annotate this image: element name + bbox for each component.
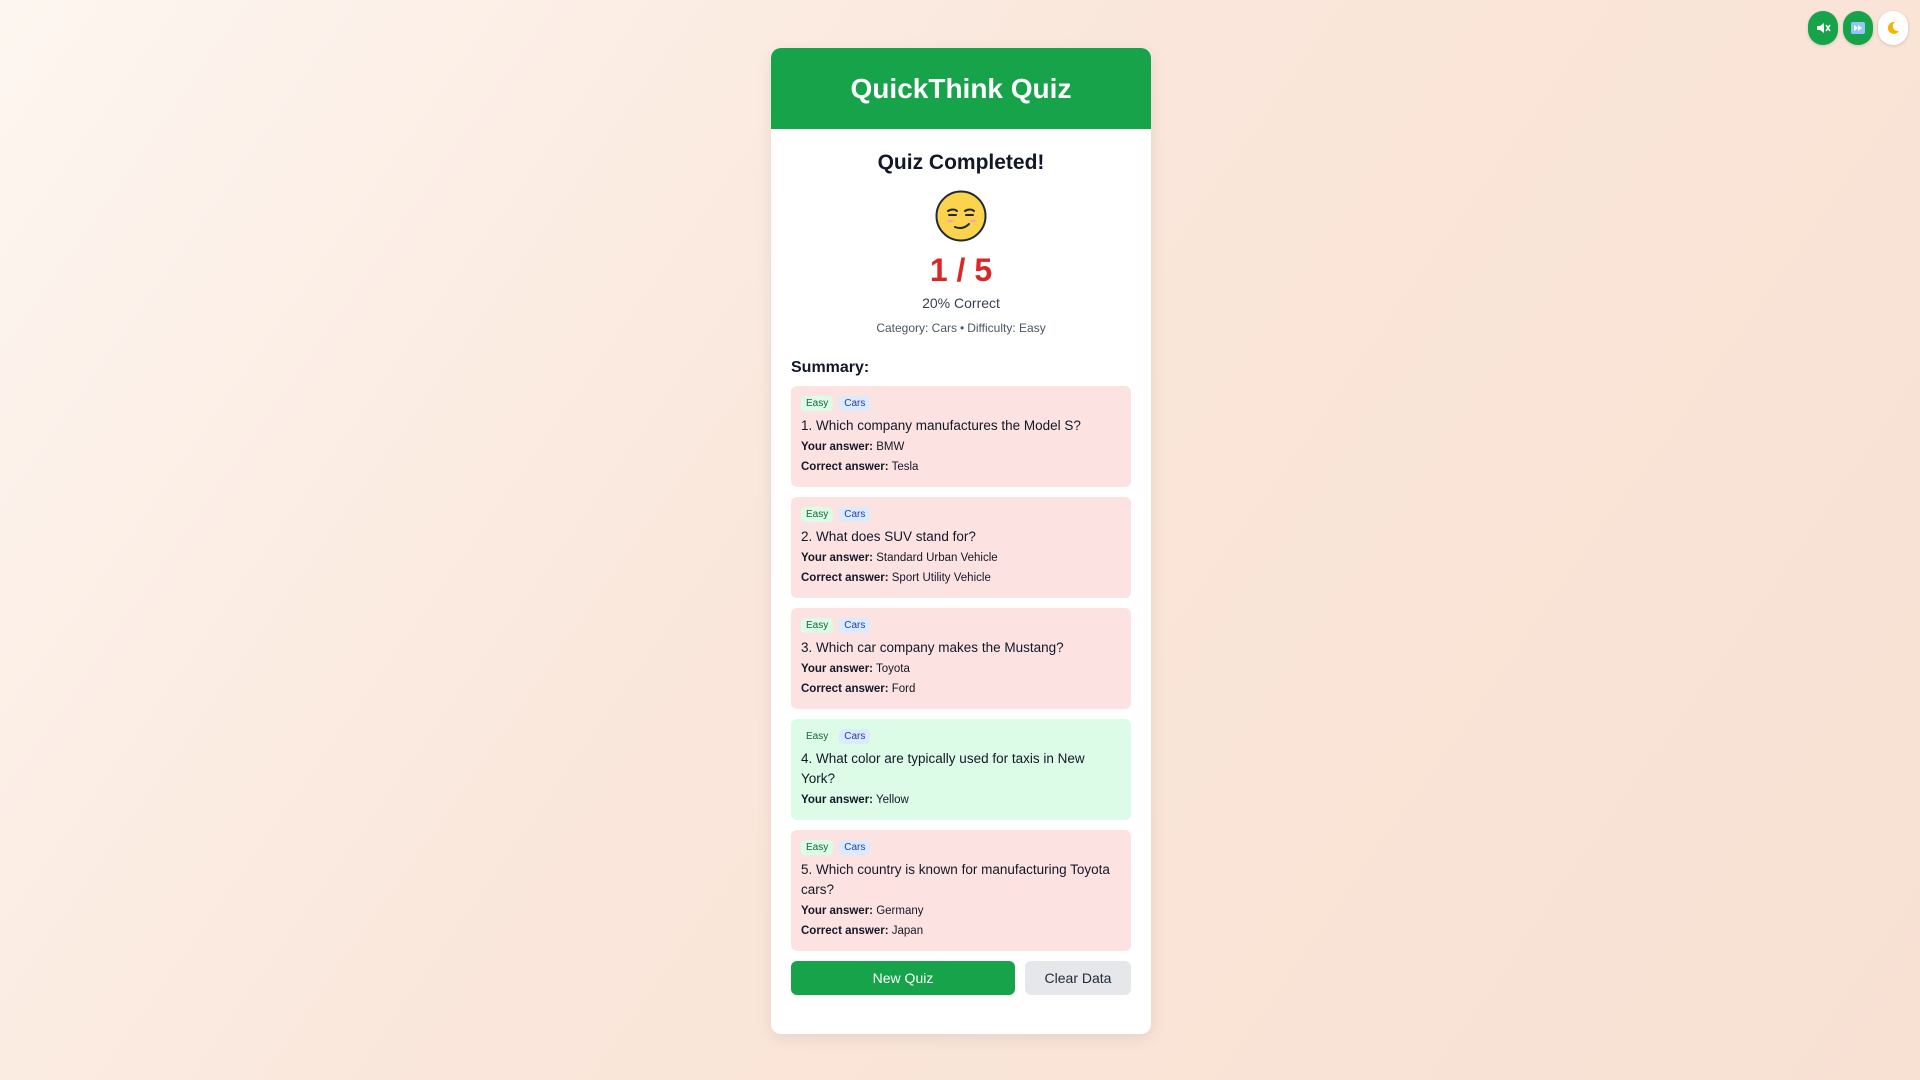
question-text: 4. What color are typically used for tax…	[801, 751, 1085, 786]
question-text: 3. Which car company makes the Mustang?	[801, 640, 1064, 655]
summary-item: Easy Cars 3. Which car company makes the …	[791, 608, 1131, 709]
question-text: 5. Which country is known for manufactur…	[801, 862, 1110, 897]
difficulty-tag: Easy	[801, 840, 834, 855]
your-answer: Your answer: Yellow	[801, 794, 909, 806]
difficulty-label: Difficulty: Easy	[967, 321, 1046, 335]
quiz-meta: Category: Cars • Difficulty: Easy	[791, 321, 1131, 335]
fast-forward-icon[interactable]	[1843, 11, 1873, 45]
category-label: Category: Cars	[876, 321, 958, 335]
quiz-card: QuickThink Quiz Quiz Completed! 1 / 5 20…	[771, 48, 1151, 1034]
muted-speaker-icon[interactable]	[1808, 11, 1838, 45]
question-text: 1. Which company manufactures the Model …	[801, 418, 1081, 433]
question-text: 2. What does SUV stand for?	[801, 529, 976, 544]
results-content: Quiz Completed! 1 / 5 20% Correct Catego…	[771, 151, 1151, 995]
your-answer: Your answer: Toyota	[801, 663, 910, 675]
your-answer: Your answer: BMW	[801, 441, 905, 453]
category-tag: Cars	[839, 729, 871, 744]
summary-list: Easy Cars 1. Which company manufactures t…	[791, 386, 1131, 951]
top-controls	[1808, 11, 1908, 45]
meta-separator: •	[960, 321, 965, 335]
summary-item: Easy Cars 5. Which country is known for m…	[791, 830, 1131, 951]
category-tag: Cars	[839, 618, 871, 633]
summary-item: Easy Cars 4. What color are typically use…	[791, 719, 1131, 820]
new-quiz-button[interactable]: New Quiz	[791, 961, 1015, 995]
your-answer: Your answer: Germany	[801, 905, 924, 917]
difficulty-tag: Easy	[801, 507, 834, 522]
your-answer: Your answer: Standard Urban Vehicle	[801, 552, 998, 564]
percent-correct: 20% Correct	[922, 295, 1000, 311]
action-buttons: New Quiz Clear Data	[791, 961, 1131, 995]
completion-title: Quiz Completed!	[877, 151, 1045, 174]
difficulty-tag: Easy	[801, 729, 834, 744]
correct-answer: Correct answer: Sport Utility Vehicle	[801, 572, 991, 584]
moon-icon[interactable]	[1878, 11, 1908, 45]
category-tag: Cars	[839, 840, 871, 855]
clear-data-button[interactable]: Clear Data	[1025, 961, 1131, 995]
category-tag: Cars	[839, 507, 871, 522]
difficulty-tag: Easy	[801, 618, 834, 633]
correct-answer: Correct answer: Ford	[801, 683, 916, 695]
difficulty-tag: Easy	[801, 396, 834, 411]
correct-answer: Correct answer: Japan	[801, 925, 924, 937]
summary-item: Easy Cars 1. Which company manufactures t…	[791, 386, 1131, 487]
score: 1 / 5	[929, 252, 993, 288]
summary-item: Easy Cars 2. What does SUV stand for? You…	[791, 497, 1131, 598]
card-header: QuickThink Quiz	[771, 48, 1151, 129]
app-title: QuickThink Quiz	[850, 72, 1072, 104]
smirking-face-icon	[791, 190, 1131, 242]
category-tag: Cars	[839, 396, 871, 411]
summary-title: Summary:	[791, 359, 870, 376]
correct-answer: Correct answer: Tesla	[801, 461, 919, 473]
